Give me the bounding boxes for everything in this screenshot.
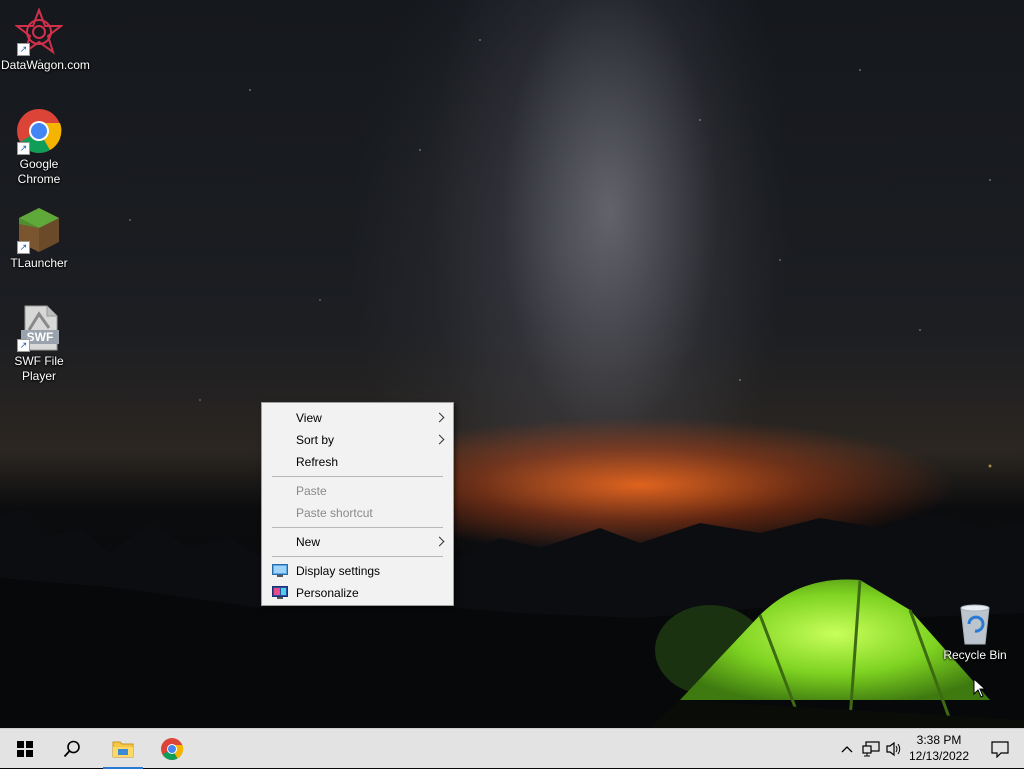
search-icon xyxy=(63,740,80,758)
chrome-icon: ↗ xyxy=(15,107,63,155)
network-icon xyxy=(862,741,880,757)
menu-item-paste: Paste xyxy=(296,484,327,498)
taskbar: 3:38 PM 12/13/2022 xyxy=(0,728,1024,769)
display-icon xyxy=(272,564,288,577)
show-hidden-icons-button[interactable] xyxy=(836,729,858,769)
notification-icon xyxy=(991,740,1009,758)
desktop-context-menu: View Sort by Refresh Paste Paste shortcu… xyxy=(261,402,454,606)
chrome-taskbar-button[interactable] xyxy=(149,729,195,769)
menu-item-new[interactable]: New xyxy=(262,531,453,553)
datawagon-icon: ↗ xyxy=(14,7,64,56)
chevron-right-icon xyxy=(434,536,445,547)
shortcut-arrow-icon: ↗ xyxy=(17,43,30,56)
menu-item-view[interactable]: View xyxy=(262,407,453,429)
menu-item-paste-shortcut: Paste shortcut xyxy=(296,506,373,520)
search-button[interactable] xyxy=(49,729,95,769)
desktop-icon-swf-file-player[interactable]: SWF ↗ SWF File Player xyxy=(1,304,77,384)
menu-item-personalize[interactable]: Personalize xyxy=(262,582,453,604)
menu-item-refresh[interactable]: Refresh xyxy=(262,451,453,473)
start-button[interactable] xyxy=(2,729,48,769)
swf-file-icon: SWF ↗ xyxy=(15,304,63,352)
menu-item-display-settings[interactable]: Display settings xyxy=(262,560,453,582)
action-center-button[interactable] xyxy=(978,729,1022,769)
taskbar-clock[interactable]: 3:38 PM 12/13/2022 xyxy=(900,732,978,764)
shortcut-arrow-icon: ↗ xyxy=(17,339,30,352)
desktop-icon-label: Google Chrome xyxy=(17,157,61,186)
shortcut-arrow-icon: ↗ xyxy=(17,241,30,254)
desktop-icon-tlauncher[interactable]: ↗ TLauncher xyxy=(1,206,77,271)
recycle-bin-icon xyxy=(953,602,997,646)
starfield xyxy=(0,0,1024,520)
shortcut-arrow-icon: ↗ xyxy=(17,142,30,155)
file-explorer-button[interactable] xyxy=(100,729,146,769)
chevron-up-icon xyxy=(841,746,853,753)
desktop-icon-label: SWF File Player xyxy=(14,354,64,383)
network-button[interactable] xyxy=(859,729,883,769)
personalize-icon xyxy=(272,586,288,599)
tlauncher-icon: ↗ xyxy=(15,206,63,254)
desktop-wallpaper xyxy=(0,0,1024,728)
clock-date: 12/13/2022 xyxy=(908,749,970,763)
desktop-icon-label: TLauncher xyxy=(10,256,68,270)
start-icon xyxy=(17,741,33,757)
desktop-icon-label: DataWagon.com xyxy=(1,58,90,72)
chevron-right-icon xyxy=(434,412,445,423)
menu-separator xyxy=(272,556,443,557)
menu-separator xyxy=(272,476,443,477)
menu-separator xyxy=(272,527,443,528)
chevron-right-icon xyxy=(434,434,445,445)
clock-time: 3:38 PM xyxy=(916,733,962,747)
menu-item-sort-by[interactable]: Sort by xyxy=(262,429,453,451)
desktop-icon-datawagon[interactable]: ↗ DataWagon.com xyxy=(1,7,90,73)
desktop-icon-recycle-bin[interactable]: Recycle Bin xyxy=(937,602,1013,663)
mouse-cursor-icon xyxy=(973,678,987,698)
desktop-icon-google-chrome[interactable]: ↗ Google Chrome xyxy=(1,107,77,187)
desktop-icon-label: Recycle Bin xyxy=(943,648,1007,662)
file-explorer-icon xyxy=(112,741,134,758)
chrome-icon xyxy=(161,738,184,760)
